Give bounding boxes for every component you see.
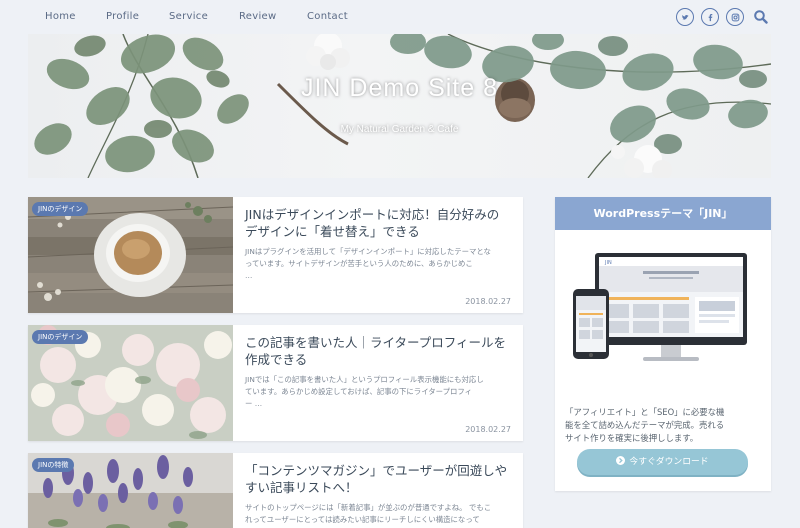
arrow-right-circle-icon: [616, 456, 626, 465]
nav-item-service[interactable]: Service: [169, 11, 208, 22]
article-date: 2018.02.27: [465, 297, 511, 306]
twitter-icon[interactable]: [676, 8, 694, 26]
article-date: 2018.02.27: [465, 425, 511, 434]
nav-item-profile[interactable]: Profile: [106, 11, 139, 22]
article-thumbnail[interactable]: JINのデザイン: [28, 197, 233, 313]
article-card[interactable]: JINのデザイン JINはデザインインポートに対応！自分好みの デザインに「着せ…: [28, 197, 523, 313]
hero-banner: JIN Demo Site 8 My Natural Garden & Cafe: [28, 34, 771, 178]
article-excerpt: サイトのトップページには「新着記事」が並ぶのが普通ですよね。 でもこ れってユー…: [245, 503, 492, 524]
article-thumbnail[interactable]: JINの特徴: [28, 453, 233, 528]
widget-title: WordPressテーマ「JIN」: [555, 197, 771, 230]
instagram-icon[interactable]: [726, 8, 744, 26]
article-title[interactable]: この記事を書いた人｜ライタープロフィールを 作成できる: [245, 334, 513, 368]
download-button-label: 今すぐダウンロード: [629, 457, 709, 467]
article-title[interactable]: JINはデザインインポートに対応！自分好みの デザインに「着せ替え」できる: [245, 206, 513, 240]
article-excerpt: JINはプラグインを活用して「デザインインポート」に対応したテーマとな っていま…: [245, 247, 491, 280]
category-badge[interactable]: JINのデザイン: [32, 202, 89, 216]
category-badge[interactable]: JINのデザイン: [32, 330, 89, 344]
widget-description: 「アフィリエイト」と「SEO」に必要な機 能を全て詰め込んだテーマが完成。売れる…: [565, 407, 725, 443]
nav-item-contact[interactable]: Contact: [307, 11, 348, 22]
nav-item-review[interactable]: Review: [239, 11, 276, 22]
article-thumbnail[interactable]: JINのデザイン: [28, 325, 233, 441]
top-navigation: Home Profile Service Review Contact: [0, 0, 800, 34]
site-tagline: My Natural Garden & Cafe: [340, 124, 459, 135]
hero-eucalyptus-image: [34, 34, 771, 178]
search-icon[interactable]: [753, 9, 769, 25]
article-card[interactable]: JINのデザイン この記事を書いた人｜ライタープロフィールを 作成できる JIN…: [28, 325, 523, 441]
facebook-icon[interactable]: [701, 8, 719, 26]
download-button[interactable]: 今すぐダウンロード: [577, 449, 748, 475]
article-card[interactable]: JINの特徴 「コンテンツマガジン」でユーザーが回遊しや すい記事リストへ！ サ…: [28, 453, 523, 528]
site-title[interactable]: JIN Demo Site 8: [28, 74, 771, 103]
article-excerpt: JINでは「この記事を書いた人」というプロフィール表示機能にも対応し ています。…: [245, 375, 484, 408]
article-title[interactable]: 「コンテンツマガジン」でユーザーが回遊しや すい記事リストへ！: [245, 462, 513, 496]
category-badge[interactable]: JINの特徴: [32, 458, 75, 472]
device-mockup-image: JIN: [573, 253, 747, 361]
sidebar-widget: WordPressテーマ「JIN」 JIN 「アフィリエイト」と「SEO」に必要…: [555, 197, 771, 491]
nav-item-home[interactable]: Home: [45, 11, 76, 22]
mockup-logo: JIN: [604, 260, 612, 266]
